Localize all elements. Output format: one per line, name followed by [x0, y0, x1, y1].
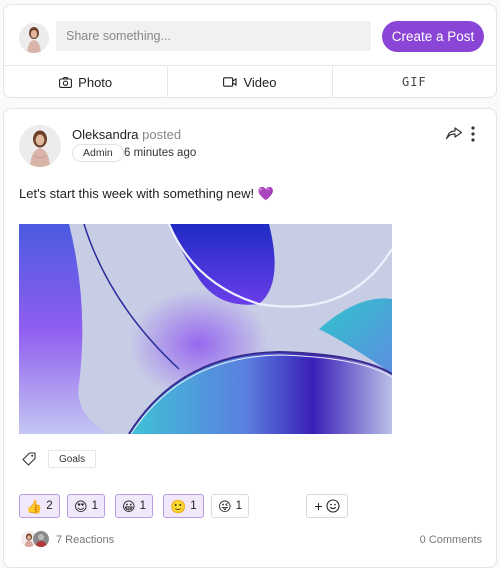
reaction-grinning[interactable]: 😀 1 — [115, 494, 153, 518]
reaction-count: 1 — [139, 500, 146, 512]
share-icon[interactable] — [445, 126, 463, 140]
tag-chip-goals[interactable]: Goals — [48, 450, 97, 468]
share-something-input[interactable]: Share something... — [56, 21, 371, 51]
plus-icon: + — [314, 498, 323, 514]
role-badge: Admin — [72, 144, 124, 162]
author-name[interactable]: Oleksandra — [72, 127, 138, 142]
post-timestamp: 6 minutes ago — [124, 147, 197, 159]
smiley-outline-icon — [326, 499, 340, 513]
post-text: Let's start this week with something new… — [19, 186, 274, 201]
video-label: Video — [243, 74, 277, 90]
winking-tongue-icon: 😜 — [218, 498, 232, 514]
tag-icon — [22, 452, 36, 466]
reactor-avatar — [33, 531, 49, 547]
video-button[interactable]: Video — [167, 66, 331, 98]
current-user-avatar[interactable] — [19, 23, 49, 53]
reaction-smiley[interactable]: 🙂 1 — [163, 494, 204, 518]
reaction-count: 1 — [91, 500, 98, 512]
photo-label: Photo — [78, 74, 113, 90]
post-composer: Share something... Create a Post Photo V… — [3, 4, 497, 98]
reaction-count: 1 — [190, 500, 197, 512]
composer-actions: Photo Video GIF — [4, 65, 496, 98]
photo-button[interactable]: Photo — [4, 66, 167, 98]
author-avatar[interactable] — [19, 125, 61, 167]
reaction-count: 1 — [235, 500, 242, 512]
smiley-icon: 🙂 — [170, 498, 187, 514]
reaction-heart-eyes[interactable]: 😍 1 — [67, 494, 105, 518]
more-options-icon[interactable] — [470, 126, 476, 142]
thumbs-up-icon: 👍 — [26, 498, 43, 514]
camera-icon — [59, 76, 73, 88]
add-reaction-button[interactable]: + — [306, 494, 348, 518]
gif-label: GIF — [401, 75, 427, 89]
comments-count[interactable]: 0 Comments — [420, 534, 482, 546]
reaction-winking-tongue[interactable]: 😜 1 — [211, 494, 249, 518]
heart-eyes-icon: 😍 — [74, 498, 88, 514]
author-verb: posted — [142, 127, 182, 142]
video-icon — [223, 77, 238, 87]
reaction-count: 2 — [46, 500, 53, 512]
gif-button[interactable]: GIF — [331, 66, 496, 98]
author-line: Oleksandra posted — [72, 127, 181, 142]
reactions-count[interactable]: 7 Reactions — [56, 534, 114, 546]
post-image[interactable] — [19, 224, 392, 434]
create-post-button[interactable]: Create a Post — [382, 21, 484, 52]
reaction-thumbs-up[interactable]: 👍 2 — [19, 494, 60, 518]
composer-top: Share something... Create a Post — [4, 5, 496, 65]
grinning-icon: 😀 — [122, 498, 136, 514]
post-card: Oleksandra posted Admin 6 minutes ago Le… — [3, 108, 497, 568]
reactor-avatars[interactable] — [21, 531, 51, 547]
